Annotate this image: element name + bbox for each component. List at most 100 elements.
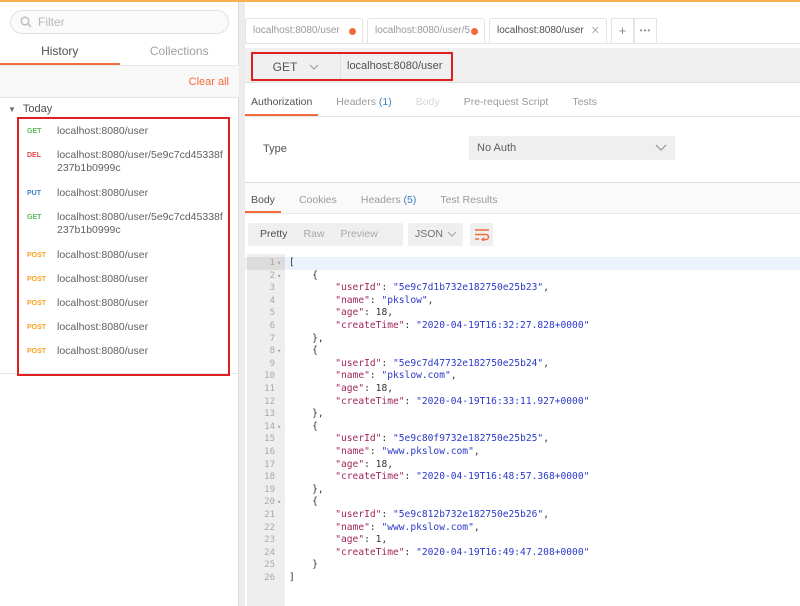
- format-pretty-button[interactable]: Pretty: [248, 223, 295, 246]
- code-line: 15 "userId": "5e9c80f9732e182750e25b25",: [245, 433, 800, 446]
- fold-toggle-icon[interactable]: ▾: [277, 257, 281, 270]
- history-item[interactable]: POST localhost:8080/user: [27, 273, 227, 286]
- format-preview-button[interactable]: Preview: [332, 223, 385, 246]
- tab-collections[interactable]: Collections: [120, 40, 240, 65]
- request-tab-label: localhost:8080/user: [497, 25, 584, 36]
- history-item[interactable]: POST localhost:8080/user: [27, 345, 227, 358]
- code-text: "userId": "5e9c7d1b732e182750e25b23",: [335, 282, 549, 294]
- fold-toggle-icon[interactable]: ▾: [277, 345, 281, 358]
- code-text: "createTime": "2020-04-19T16:48:57.368+0…: [335, 471, 590, 483]
- filter-field[interactable]: [10, 10, 229, 34]
- method-badge: POST: [27, 300, 47, 307]
- history-item[interactable]: GET localhost:8080/user/5e9c7cd45338f237…: [27, 211, 227, 237]
- request-subtabs: Authorization Headers (1) Body Pre-reque…: [245, 90, 800, 117]
- line-number: 9: [269, 358, 275, 369]
- wrap-lines-icon: [474, 229, 489, 241]
- response-tabs: Body Cookies Headers (5) Test Results: [245, 183, 800, 214]
- code-line: 12 "createTime": "2020-04-19T16:33:11.92…: [245, 396, 800, 409]
- code-text: "name": "www.pkslow.com",: [335, 446, 480, 457]
- auth-type-select[interactable]: No Auth: [469, 136, 675, 160]
- request-tab[interactable]: localhost:8080/user: [245, 18, 363, 43]
- line-number: 17: [264, 459, 275, 470]
- code-line: 20 ▾ {: [245, 496, 800, 509]
- code-line: 13 },: [245, 408, 800, 421]
- code-line: 7 },: [245, 333, 800, 346]
- more-tabs-button[interactable]: •••: [634, 18, 657, 43]
- request-tab-label: localhost:8080/user/5: [375, 25, 471, 36]
- fold-toggle-icon[interactable]: ▾: [277, 270, 281, 283]
- line-number: 5: [269, 308, 275, 319]
- tab-headers[interactable]: Headers (1): [330, 90, 397, 116]
- line-number: 10: [264, 371, 275, 382]
- close-icon[interactable]: ✕: [591, 19, 600, 43]
- line-number: 7: [269, 333, 275, 344]
- request-url-bar: GET localhost:8080/user: [245, 48, 800, 83]
- method-select[interactable]: GET: [255, 55, 337, 79]
- history-item[interactable]: POST localhost:8080/user: [27, 297, 227, 310]
- code-text: "age": 1,: [335, 534, 388, 546]
- code-line: 3 "userId": "5e9c7d1b732e182750e25b23",: [245, 282, 800, 295]
- format-raw-button[interactable]: Raw: [295, 223, 332, 246]
- code-line: 5 "age": 18,: [245, 307, 800, 320]
- method-badge: PUT: [27, 190, 41, 197]
- code-text: "age": 18,: [335, 458, 394, 470]
- history-item[interactable]: PUT localhost:8080/user: [27, 187, 227, 200]
- tab-response-headers[interactable]: Headers (5): [355, 188, 422, 213]
- history-item[interactable]: DEL localhost:8080/user/5e9c7cd45338f237…: [27, 149, 227, 175]
- tab-label: Tests: [572, 96, 597, 108]
- code-text: }: [289, 559, 318, 571]
- history-url: localhost:8080/user: [57, 321, 149, 333]
- tab-count: (1): [378, 96, 392, 108]
- fold-toggle-icon[interactable]: ▾: [277, 496, 281, 509]
- code-line: 26]: [245, 572, 800, 585]
- tab-body[interactable]: Body: [410, 90, 446, 116]
- format-toggle: Pretty Raw Preview: [248, 223, 403, 246]
- tab-pre-request-script[interactable]: Pre-request Script: [458, 90, 555, 116]
- code-text: "createTime": "2020-04-19T16:33:11.927+0…: [335, 395, 590, 407]
- history-url: localhost:8080/user: [57, 345, 149, 357]
- code-line: 11 "age": 18,: [245, 383, 800, 396]
- response-body-editor[interactable]: 1 ▾[2 ▾ {3 "userId": "5e9c7d1b732e182750e2…: [245, 254, 800, 606]
- history-toolbar: Clear all: [0, 66, 239, 98]
- chevron-down-icon: [447, 231, 457, 237]
- code-text: "userId": "5e9c812b732e182750e25b26",: [335, 509, 549, 520]
- code-text: {: [289, 345, 318, 357]
- code-text: [: [289, 257, 295, 268]
- history-group-today[interactable]: ▼ Today: [8, 103, 52, 115]
- tab-label: Headers: [336, 96, 376, 108]
- tab-authorization[interactable]: Authorization: [245, 90, 319, 116]
- request-tab[interactable]: localhost:8080/user/5: [367, 18, 485, 43]
- tab-test-results[interactable]: Test Results: [434, 188, 503, 213]
- clear-all-button[interactable]: Clear all: [189, 76, 229, 88]
- code-text: ]: [289, 572, 295, 583]
- wrap-lines-button[interactable]: [470, 223, 493, 246]
- history-item[interactable]: POST localhost:8080/user: [27, 249, 227, 262]
- url-input[interactable]: localhost:8080/user: [340, 52, 450, 80]
- method-badge: POST: [27, 324, 47, 331]
- tab-response-body[interactable]: Body: [245, 188, 281, 213]
- code-text: "name": "www.pkslow.com",: [335, 521, 480, 533]
- filter-input[interactable]: [38, 15, 218, 29]
- history-item[interactable]: GET localhost:8080/user: [27, 125, 227, 138]
- code-text: {: [289, 496, 318, 508]
- request-tab-active[interactable]: localhost:8080/user ✕: [489, 18, 607, 43]
- line-number: 16: [264, 447, 275, 457]
- tab-history[interactable]: History: [0, 40, 120, 65]
- chevron-down-icon: [655, 144, 667, 151]
- line-number: 12: [264, 396, 275, 407]
- history-item[interactable]: POST localhost:8080/user: [27, 321, 227, 334]
- tab-label: Headers: [360, 194, 401, 206]
- fold-toggle-icon[interactable]: ▾: [277, 421, 281, 434]
- tab-tests[interactable]: Tests: [566, 90, 603, 116]
- tab-label: Cookies: [298, 194, 337, 206]
- history-url: localhost:8080/user/5e9c7cd45338f237b1b0…: [57, 149, 223, 174]
- code-text: },: [289, 483, 324, 495]
- line-number: 13: [264, 409, 275, 420]
- language-select[interactable]: JSON: [408, 223, 463, 246]
- new-tab-button[interactable]: +: [611, 18, 634, 43]
- code-line: 1 ▾[: [245, 257, 800, 270]
- tab-cookies[interactable]: Cookies: [293, 188, 343, 213]
- method-badge: DEL: [27, 152, 41, 159]
- code-text: {: [289, 269, 318, 281]
- sidebar-tabs: History Collections: [0, 40, 239, 66]
